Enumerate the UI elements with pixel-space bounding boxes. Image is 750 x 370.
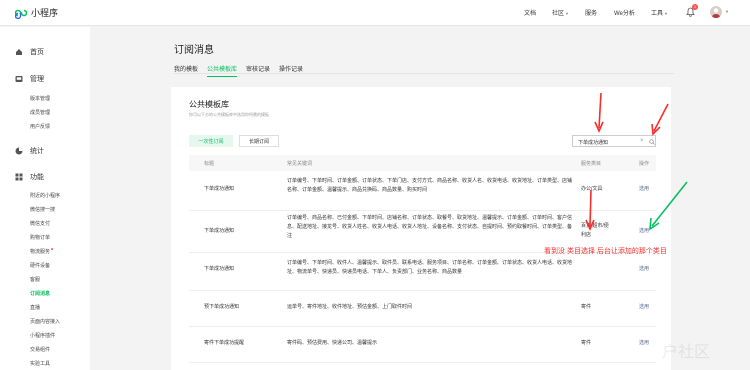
app-logo[interactable]: 小程序 <box>14 6 59 19</box>
sidebar-item-live[interactable]: 直播 <box>30 304 40 311</box>
nav-service[interactable]: 服务 <box>585 8 597 17</box>
nav-tools-label: 工具 <box>651 11 664 17</box>
row-category: 寄件 <box>581 304 592 310</box>
sidebar-item-versions[interactable]: 版本管理 <box>30 95 50 102</box>
table-row: 下单成功通知 订单编号、下单时间、订单金额、订单状态、下单门店、支付方式、商品名… <box>189 171 656 211</box>
column-title: 标题 <box>204 161 215 167</box>
sidebar-item-customer-service[interactable]: 客服 <box>30 276 40 283</box>
row-title: 寄件下单成功提醒 <box>204 340 245 346</box>
sidebar-group-label: 管理 <box>30 76 44 83</box>
home-icon <box>16 49 22 55</box>
nav-docs[interactable]: 文档 <box>524 8 536 17</box>
annotation-text: 看到没 类目选择 后台让添加的那个类目 <box>544 248 667 255</box>
sidebar-item-home[interactable]: 首页 <box>15 47 44 57</box>
watermark: 户社区 <box>662 344 711 361</box>
pie-chart-icon <box>15 147 23 155</box>
sidebar-item-logistics[interactable]: 物流服务 <box>30 248 54 255</box>
row-keywords: 寄件码、预估费用、快递公司、温馨提示 <box>287 340 378 346</box>
tab-public-library[interactable]: 公共模板库 <box>207 64 238 77</box>
table-row: 寄件下单成功提醒 寄件码、预估费用、快递公司、温馨提示 寄件 选用 <box>189 327 656 363</box>
sidebar-group-features[interactable]: 功能 <box>15 172 44 182</box>
table-row: 预下单成功通知 运单号、寄件地址、收件地址、预估金额、上门取件时间 寄件 选用 <box>189 291 656 327</box>
row-category: 百货/超市/便利店 <box>581 223 609 238</box>
nav-tools[interactable]: 工具▼ <box>651 8 668 17</box>
sidebar: 首页 管理 版本管理 成员管理 用户反馈 统计 功能 附近的小程序 微信搜一搜 … <box>0 27 90 370</box>
sidebar-item-feedback[interactable]: 用户反馈 <box>30 123 50 130</box>
row-category: 办公/文具 <box>581 186 603 192</box>
tab-review-records[interactable]: 审核记录 <box>246 64 270 77</box>
mini-program-logo-icon <box>14 7 28 19</box>
close-icon[interactable]: × <box>640 138 644 144</box>
row-title: 预下单成功通知 <box>204 304 240 310</box>
page-tabs: 我的模板 公共模板库 审核记录 操作记录 <box>174 64 312 77</box>
sidebar-item-plugins[interactable]: 小程序插件 <box>30 332 55 339</box>
chevron-down-icon: ▼ <box>565 11 569 16</box>
chevron-down-icon[interactable]: ▼ <box>725 9 729 14</box>
search-value: 下单成功通知 <box>578 140 609 146</box>
sidebar-item-pay[interactable]: 微信支付 <box>30 220 50 227</box>
select-button[interactable]: 选用 <box>639 339 649 348</box>
table-row: 下单成功通知 订单编号、下单时间、收件人、温馨提示、取件员、联系电话、服务项目、… <box>189 253 656 291</box>
row-title: 下单成功通知 <box>204 186 235 192</box>
search-icon[interactable] <box>649 139 655 145</box>
tab-operation-records[interactable]: 操作记录 <box>279 64 303 77</box>
search-input[interactable]: 下单成功通知 × <box>572 135 656 147</box>
row-keywords: 订单编号、下单时间、订单金额、订单状态、下单门店、支付方式、商品名称、收货人名、… <box>287 178 573 193</box>
row-keywords: 运单号、寄件地址、收件地址、预估金额、上门取件时间 <box>287 304 413 310</box>
divider <box>174 73 674 74</box>
sidebar-group-label: 功能 <box>30 174 44 181</box>
row-title: 下单成功通知 <box>204 266 235 272</box>
sidebar-item-hardware[interactable]: 硬件设备 <box>30 262 50 269</box>
column-category: 服务类目 <box>581 161 602 167</box>
section-title: 公共模板库 <box>189 100 229 109</box>
top-bar: 小程序 文档 社区▼ 服务 We分析 工具▼ 1 ▼ <box>0 0 750 26</box>
nav-community-label: 社区 <box>552 11 565 17</box>
sidebar-item-subscribe-messages[interactable]: 订阅消息 <box>30 290 50 297</box>
sidebar-group-manage[interactable]: 管理 <box>15 74 44 84</box>
select-button[interactable]: 选用 <box>639 227 649 236</box>
app-name: 小程序 <box>31 8 59 18</box>
sidebar-group-label: 统计 <box>30 148 44 155</box>
sidebar-item-orders[interactable]: 购物订单 <box>30 234 50 241</box>
section-subtitle: 你可以下方的公共模板库中选用你所需的模板 <box>189 112 269 117</box>
inbox-icon <box>15 76 23 82</box>
row-keywords: 订单编号、商品名称、已付金额、下单时间、店铺名称、订单状态、取餐号、取货地址、温… <box>287 215 573 239</box>
row-title: 下单成功通知 <box>204 228 235 234</box>
grid-icon <box>15 173 23 181</box>
nav-analysis[interactable]: We分析 <box>614 8 635 17</box>
sidebar-item-content-access[interactable]: 页面内容接入 <box>30 318 60 325</box>
nav-community[interactable]: 社区▼ <box>552 8 569 17</box>
sidebar-item-members[interactable]: 成员管理 <box>30 109 50 116</box>
notification-badge: 1 <box>692 4 698 10</box>
chevron-down-icon: ▼ <box>664 11 668 16</box>
select-button[interactable]: 选用 <box>639 265 649 274</box>
select-button[interactable]: 选用 <box>639 185 649 194</box>
sidebar-item-label: 首页 <box>30 49 44 56</box>
main-content: 订阅消息 我的模板 公共模板库 审核记录 操作记录 公共模板库 你可以下方的公共… <box>90 27 750 370</box>
new-dot-icon <box>51 248 54 250</box>
sidebar-item-search[interactable]: 微信搜一搜 <box>30 206 55 213</box>
sidebar-item-label: 物流服务 <box>30 249 51 255</box>
once-subscribe-button[interactable]: 一次性订阅 <box>189 135 233 147</box>
public-library-card: 公共模板库 你可以下方的公共模板库中选用你所需的模板 一次性订阅 长期订阅 下单… <box>171 87 671 370</box>
row-keywords: 订单编号、下单时间、收件人、温馨提示、取件员、联系电话、服务项目、订单名称、订单… <box>287 260 573 275</box>
page-title: 订阅消息 <box>174 45 214 56</box>
select-button[interactable]: 选用 <box>639 303 649 312</box>
sidebar-group-stats[interactable]: 统计 <box>15 146 44 156</box>
long-subscribe-button[interactable]: 长期订阅 <box>239 135 279 147</box>
table-header: 标题 常见关键词 服务类目 操作 <box>189 155 656 171</box>
column-action: 操作 <box>639 161 650 167</box>
sidebar-item-nearby[interactable]: 附近的小程序 <box>30 192 60 199</box>
sidebar-item-lab[interactable]: 实验工具 <box>30 360 50 367</box>
column-keywords: 常见关键词 <box>287 161 313 167</box>
tab-my-templates[interactable]: 我的模板 <box>174 64 198 77</box>
avatar[interactable] <box>710 6 722 18</box>
sidebar-item-trade-components[interactable]: 交易组件 <box>30 346 50 353</box>
row-category: 寄件 <box>581 340 592 346</box>
